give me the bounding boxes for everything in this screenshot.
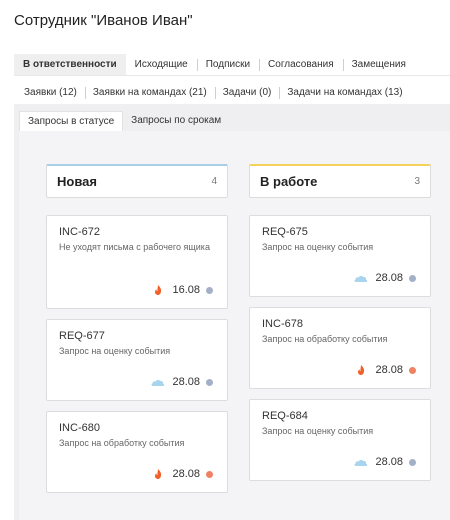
request-card[interactable]: REQ-675 Запрос на оценку события 28.08 xyxy=(249,215,431,297)
column-title: Новая xyxy=(57,174,97,189)
request-card[interactable]: REQ-677 Запрос на оценку события 28.08 xyxy=(46,319,228,401)
tab-approvals[interactable]: Согласования xyxy=(259,54,343,75)
request-card[interactable]: INC-680 Запрос на обработку события 28.0… xyxy=(46,411,228,493)
column-title: В работе xyxy=(260,174,318,189)
card-footer: 28.08 xyxy=(150,376,213,388)
tab-team-requests[interactable]: Заявки на командах (21) xyxy=(84,87,215,99)
request-card[interactable]: REQ-684 Запрос на оценку события 28.08 xyxy=(249,399,431,481)
card-description: Запрос на оценку события xyxy=(262,426,374,436)
tab-by-status[interactable]: Запросы в статусе xyxy=(19,111,124,131)
column-count: 3 xyxy=(414,176,420,187)
card-date: 28.08 xyxy=(375,272,403,284)
cloud-icon xyxy=(353,272,369,284)
column-in-progress: В работе 3 xyxy=(249,164,431,198)
card-description: Не уходят письма с рабочего ящика xyxy=(59,242,210,252)
tab-substitutions[interactable]: Замещения xyxy=(342,54,415,75)
view-tabs: Запросы в статусе Запросы по срокам xyxy=(19,111,229,131)
card-date: 28.08 xyxy=(375,456,403,468)
card-footer: 28.08 xyxy=(353,364,416,376)
tab-team-tasks[interactable]: Задачи на командах (13) xyxy=(279,87,410,99)
tab-tasks[interactable]: Задачи (0) xyxy=(214,87,280,99)
card-id: REQ-675 xyxy=(262,226,308,238)
status-dot xyxy=(409,274,416,282)
secondary-tabs: Заявки (12) Заявки на командах (21) Зада… xyxy=(14,82,450,104)
card-id: INC-678 xyxy=(262,318,303,330)
status-dot xyxy=(206,470,213,478)
column-count: 4 xyxy=(211,176,217,187)
card-id: INC-680 xyxy=(59,422,100,434)
card-id: INC-672 xyxy=(59,226,100,238)
kanban-board: Новая 4 INC-672 Не уходят письма с рабоч… xyxy=(19,131,450,520)
card-date: 28.08 xyxy=(172,468,200,480)
fire-icon xyxy=(353,364,369,376)
column-header[interactable]: В работе 3 xyxy=(249,164,431,198)
tab-by-deadline[interactable]: Запросы по срокам xyxy=(123,111,229,131)
tab-outgoing[interactable]: Исходящие xyxy=(126,54,197,75)
cloud-icon xyxy=(353,456,369,468)
card-id: REQ-677 xyxy=(59,330,105,342)
card-date: 28.08 xyxy=(375,364,403,376)
content-panel: Запросы в статусе Запросы по срокам Нова… xyxy=(14,104,450,520)
primary-tabs: В ответственности Исходящие Подписки Сог… xyxy=(14,54,450,76)
status-dot xyxy=(409,366,416,374)
card-description: Запрос на оценку события xyxy=(59,346,171,356)
page-title: Сотрудник "Иванов Иван" xyxy=(14,12,193,29)
cloud-icon xyxy=(150,376,166,388)
card-footer: 16.08 xyxy=(150,284,213,296)
tab-requests[interactable]: Заявки (12) xyxy=(14,87,85,99)
status-dot xyxy=(206,286,213,294)
card-id: REQ-684 xyxy=(262,410,308,422)
column-header[interactable]: Новая 4 xyxy=(46,164,228,198)
fire-icon xyxy=(150,468,166,480)
request-card[interactable]: INC-678 Запрос на обработку события 28.0… xyxy=(249,307,431,389)
tab-responsibility[interactable]: В ответственности xyxy=(14,54,126,75)
card-description: Запрос на обработку события xyxy=(59,438,185,448)
status-dot xyxy=(409,458,416,466)
card-description: Запрос на обработку события xyxy=(262,334,388,344)
status-dot xyxy=(206,378,213,386)
column-new: Новая 4 xyxy=(46,164,228,198)
card-footer: 28.08 xyxy=(353,456,416,468)
card-date: 28.08 xyxy=(172,376,200,388)
fire-icon xyxy=(150,284,166,296)
card-description: Запрос на оценку события xyxy=(262,242,374,252)
card-date: 16.08 xyxy=(172,284,200,296)
card-footer: 28.08 xyxy=(353,272,416,284)
request-card[interactable]: INC-672 Не уходят письма с рабочего ящик… xyxy=(46,215,228,309)
tab-subscriptions[interactable]: Подписки xyxy=(196,54,259,75)
card-footer: 28.08 xyxy=(150,468,213,480)
